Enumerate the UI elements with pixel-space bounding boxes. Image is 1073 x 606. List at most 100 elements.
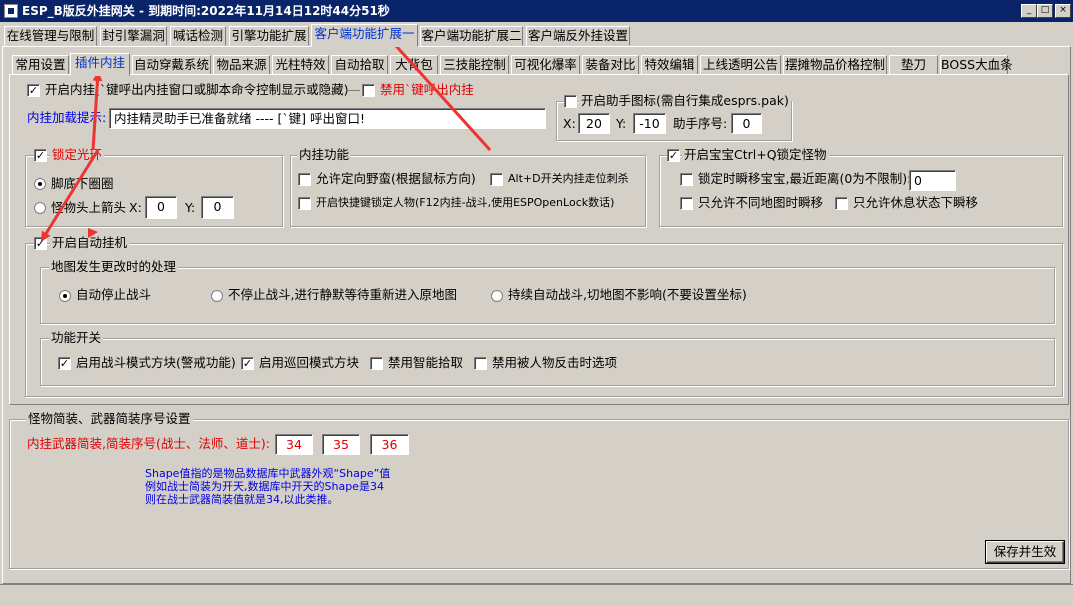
stop-combat-radio[interactable] <box>59 290 71 302</box>
alt-d-stab-checkbox[interactable] <box>490 173 503 186</box>
helper-index-input[interactable]: 0 <box>731 113 762 134</box>
load-hint-input[interactable]: 内挂精灵助手已准备就绪 ---- [`键] 呼出窗口! <box>109 108 546 129</box>
baby-lock-title: 开启宝宝Ctrl+Q锁定怪物 <box>682 147 829 162</box>
maximize-icon[interactable]: □ <box>1037 4 1053 18</box>
subtab-common-settings[interactable]: 常用设置 <box>12 55 69 75</box>
ring-option-feet-label: 脚底下圈圈 <box>51 176 114 191</box>
tab-shout-detect[interactable]: 喊话检测 <box>170 26 226 46</box>
load-hint-label: 内挂加载提示: <box>27 110 107 125</box>
subtab-plugin[interactable]: 插件内挂 <box>70 53 130 76</box>
tab-client-anticheat[interactable]: 客户端反外挂设置 <box>526 26 630 46</box>
continue-combat-radio[interactable] <box>491 290 503 302</box>
window-title: ESP_B版反外挂网关 - 到期时间:2022年11月14日12时44分51秒 <box>22 4 390 18</box>
taoist-shape-input[interactable]: 36 <box>370 434 409 455</box>
map-change-title: 地图发生更改时的处理 <box>49 259 179 274</box>
minimize-icon[interactable]: _ <box>1021 4 1037 18</box>
stop-combat-label: 自动停止战斗 <box>76 287 152 302</box>
function-switches-title: 功能开关 <box>49 330 104 345</box>
subtab-equip-compare[interactable]: 装备对比 <box>582 55 639 75</box>
subtab-auto-pickup[interactable]: 自动拾取 <box>331 55 388 75</box>
diff-map-label: 只允许不同地图时瞬移 <box>698 195 824 210</box>
weapon-shape-label: 内挂武器简装,简装序号(战士、法师、道士): <box>27 436 270 451</box>
status-bar <box>0 584 1073 606</box>
baby-lock-checkbox[interactable]: ✓ <box>667 149 680 162</box>
enable-plugin-label: 开启内挂(`键呼出内挂窗口或脚本命令控制显示或隐藏) <box>45 82 349 97</box>
auto-hang-checkbox[interactable]: ✓ <box>34 237 47 250</box>
combat-block-checkbox[interactable]: ✓ <box>58 357 71 370</box>
plugin-functions-title: 内挂功能 <box>297 147 352 162</box>
shape-note-line2: 例如战士简装为开天,数据库中开天的Shape是34 <box>145 480 384 493</box>
tab-client-extension-1[interactable]: 客户端功能扩展一 <box>311 24 418 47</box>
plugin-functions-group: 内挂功能 <box>290 148 646 227</box>
subtab-auto-wear[interactable]: 自动穿戴系统 <box>132 55 211 75</box>
subtab-drop-rate[interactable]: 可视化爆率 <box>511 55 580 75</box>
subtab-three-skills[interactable]: 三技能控制 <box>440 55 509 75</box>
lock-ring-title: 锁定光环 <box>50 147 105 162</box>
baby-teleport-distance-input[interactable]: 0 <box>909 170 956 191</box>
disable-key-checkbox[interactable] <box>362 84 375 97</box>
disable-smart-pickup-label: 禁用智能拾取 <box>388 355 464 370</box>
subtab-item-source[interactable]: 物品来源 <box>213 55 270 75</box>
app-icon <box>4 4 18 18</box>
tab-engine-extension[interactable]: 引擎功能扩展 <box>229 26 309 46</box>
subtab-login-notice[interactable]: 上线透明公告 <box>700 55 781 75</box>
disable-smart-pickup-checkbox[interactable] <box>370 357 383 370</box>
tab-client-extension-2[interactable]: 客户端功能扩展二 <box>420 26 523 46</box>
mage-shape-input[interactable]: 35 <box>322 434 360 455</box>
weapon-shape-title: 怪物简装、武器简装序号设置 <box>26 411 193 426</box>
helper-y-input[interactable]: -10 <box>633 113 666 134</box>
ring-x-input[interactable]: 0 <box>145 196 177 219</box>
subtab-pad-blade[interactable]: 垫刀 <box>889 55 938 75</box>
shape-note-line1: Shape值指的是物品数据库中武器外观“Shape”值 <box>145 467 391 480</box>
ring-x-label: X: <box>129 200 142 215</box>
baby-teleport-checkbox[interactable] <box>680 173 693 186</box>
tab-engine-vuln[interactable]: 封引擎漏洞 <box>100 26 167 46</box>
helper-y-label: Y: <box>616 116 627 131</box>
helper-x-label: X: <box>563 116 576 131</box>
patrol-block-checkbox[interactable]: ✓ <box>241 357 254 370</box>
patrol-block-label: 启用巡回模式方块 <box>259 355 360 370</box>
warrior-shape-input[interactable]: 34 <box>275 434 313 455</box>
sub-tab-strip: 常用设置 插件内挂 自动穿戴系统 物品来源 光柱特效 自动拾取 大背包 三技能控… <box>0 53 1073 76</box>
baby-teleport-label: 锁定时瞬移宝宝,最近距离(0为不限制): <box>698 171 912 186</box>
subtab-light-pillar[interactable]: 光柱特效 <box>272 55 329 75</box>
subtab-boss-hp[interactable]: BOSS大血条 <box>940 55 1013 75</box>
subtab-big-bag[interactable]: 大背包 <box>390 55 438 75</box>
app-window: ESP_B版反外挂网关 - 到期时间:2022年11月14日12时44分51秒 … <box>0 0 1073 606</box>
tab-online-management[interactable]: 在线管理与限制 <box>4 26 97 46</box>
subtab-effect-edit[interactable]: 特效编辑 <box>641 55 698 75</box>
hotkey-lock-checkbox[interactable] <box>298 197 311 210</box>
disable-key-label: 禁用`键呼出内挂 <box>380 82 474 97</box>
save-button[interactable]: 保存并生效 <box>985 540 1065 564</box>
continue-combat-label: 持续自动战斗,切地图不影响(不要设置坐标) <box>508 287 747 302</box>
baby-group: ✓ 开启宝宝Ctrl+Q锁定怪物 <box>659 148 1063 227</box>
helper-index-label: 助手序号: <box>673 116 728 131</box>
helper-icon-checkbox[interactable] <box>564 95 577 108</box>
ring-option-arrow-radio[interactable] <box>34 202 46 214</box>
ring-option-feet-radio[interactable] <box>34 178 46 190</box>
silent-wait-label: 不停止战斗,进行静默等待重新进入原地图 <box>228 287 457 302</box>
enable-plugin-checkbox[interactable]: ✓ <box>27 84 40 97</box>
title-bar: ESP_B版反外挂网关 - 到期时间:2022年11月14日12时44分51秒 … <box>0 0 1073 22</box>
auto-hang-title: 开启自动挂机 <box>50 235 130 250</box>
shape-note-line3: 则在战士武器简装值就是34,以此类推。 <box>145 493 339 506</box>
rest-teleport-checkbox[interactable] <box>835 197 848 210</box>
ring-y-input[interactable]: 0 <box>201 196 234 219</box>
subtab-stall-price[interactable]: 摆摊物品价格控制 <box>783 55 887 75</box>
ring-y-label: Y: <box>185 200 196 215</box>
ring-option-arrow-label: 怪物头上箭头 <box>51 200 127 215</box>
separator-line <box>346 90 360 91</box>
lock-ring-checkbox[interactable]: ✓ <box>34 149 47 162</box>
helper-icon-label: 开启助手图标(需自行集成esprs.pak) <box>579 93 791 108</box>
rest-teleport-label: 只允许休息状态下瞬移 <box>853 195 979 210</box>
main-tab-strip: 在线管理与限制 封引擎漏洞 喊话检测 引擎功能扩展 客户端功能扩展一 客户端功能… <box>0 24 1073 47</box>
silent-wait-radio[interactable] <box>211 290 223 302</box>
disable-counter-checkbox[interactable] <box>474 357 487 370</box>
diff-map-checkbox[interactable] <box>680 197 693 210</box>
close-icon[interactable]: × <box>1055 4 1071 18</box>
helper-x-input[interactable]: 20 <box>578 113 610 134</box>
directional-charge-label: 允许定向野蛮(根据鼠标方向) <box>316 171 476 186</box>
alt-d-stab-label: Alt+D开关内挂走位刺杀 <box>508 172 629 185</box>
hotkey-lock-label: 开启快捷键锁定人物(F12内挂-战斗,使用ESPOpenLock数话) <box>316 196 615 209</box>
directional-charge-checkbox[interactable] <box>298 173 311 186</box>
